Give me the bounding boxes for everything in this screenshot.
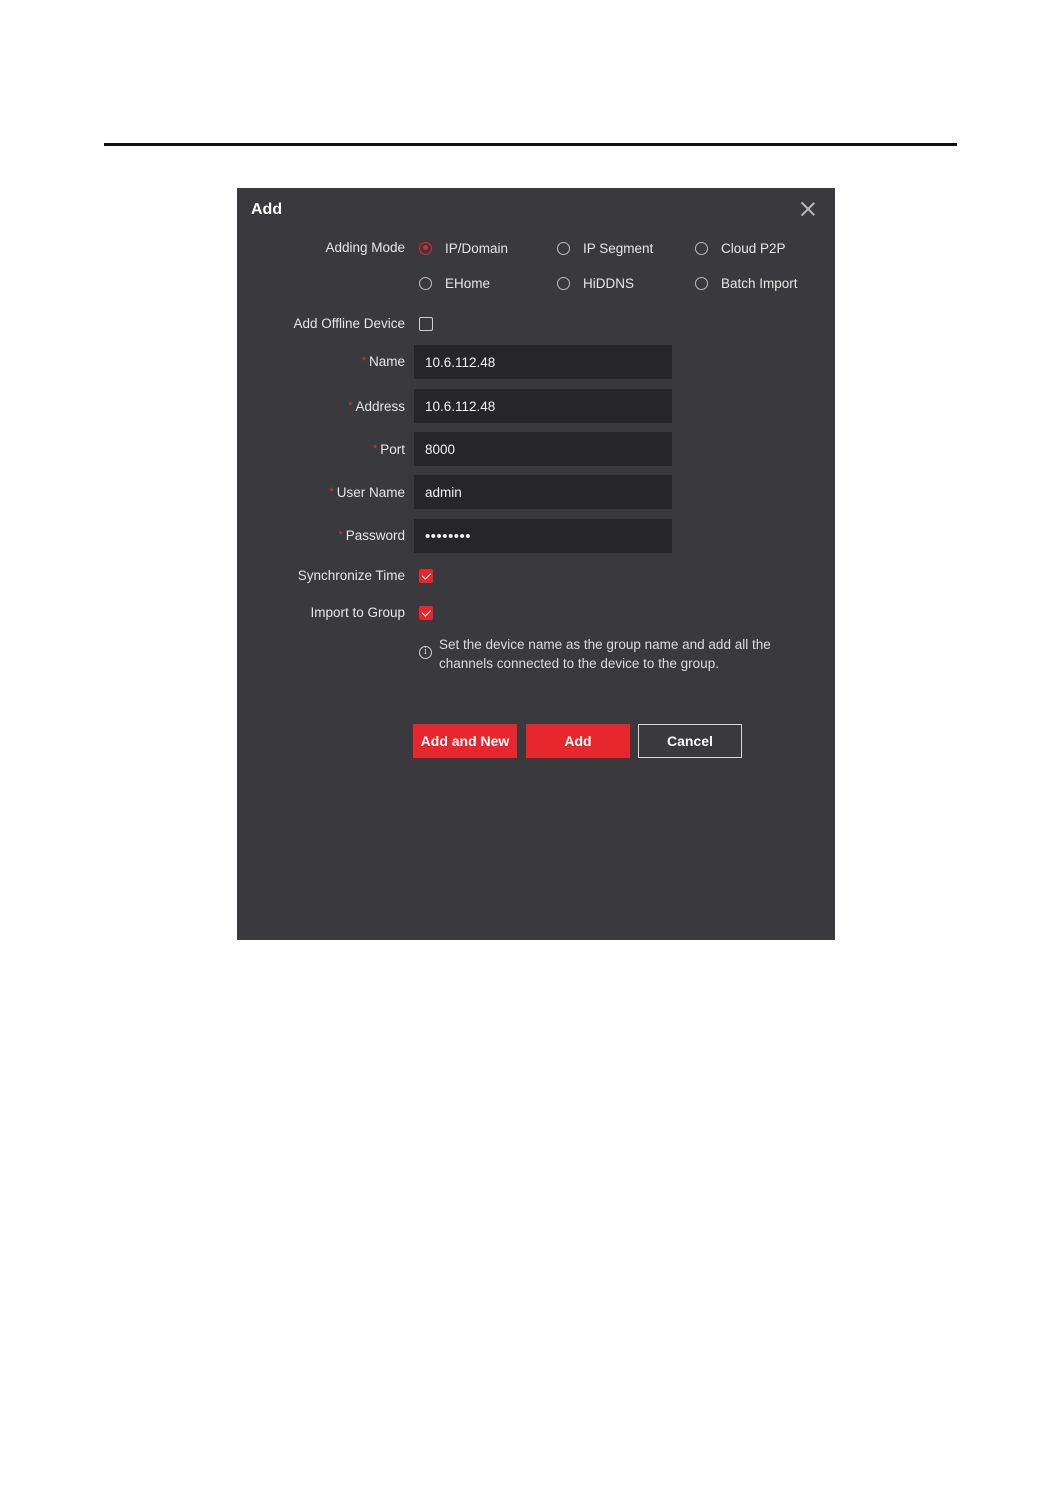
password-input[interactable] <box>414 519 672 553</box>
import-group-hint: Set the device name as the group name an… <box>439 637 771 671</box>
radio-label: EHome <box>445 275 491 291</box>
required-marker: * <box>372 443 378 455</box>
required-marker: * <box>361 355 366 367</box>
info-icon: i <box>419 646 432 659</box>
radio-icon <box>557 276 570 290</box>
import-to-group-label: Import to Group <box>310 605 405 620</box>
name-input[interactable] <box>414 345 672 379</box>
import-to-group-checkbox[interactable] <box>419 606 433 620</box>
radio-ehome[interactable]: EHome <box>419 274 490 292</box>
add-offline-device-checkbox[interactable] <box>419 317 433 331</box>
cancel-button[interactable]: Cancel <box>638 724 742 758</box>
radio-label: IP Segment <box>583 240 654 256</box>
radio-icon <box>695 241 708 255</box>
required-marker: * <box>348 400 353 412</box>
radio-icon <box>419 276 432 290</box>
required-marker: * <box>329 486 334 498</box>
radio-ip-domain[interactable]: IP/Domain <box>419 239 508 257</box>
radio-label: HiDDNS <box>583 275 635 291</box>
radio-cloud-p2p[interactable]: Cloud P2P <box>695 239 786 257</box>
radio-ip-segment[interactable]: IP Segment <box>557 239 653 257</box>
close-icon[interactable] <box>799 200 817 218</box>
radio-label: Cloud P2P <box>721 240 786 256</box>
radio-icon <box>557 241 570 255</box>
password-label: * Password <box>338 528 405 543</box>
radio-label: IP/Domain <box>445 240 509 256</box>
user-name-label: * User Name <box>329 485 405 500</box>
address-input[interactable] <box>414 389 672 423</box>
add-offline-device-label: Add Offline Device <box>293 316 405 331</box>
port-input[interactable] <box>414 432 672 466</box>
radio-selected-icon <box>419 241 432 255</box>
add-and-new-button[interactable]: Add and New <box>413 724 517 758</box>
port-label: * Port <box>372 442 405 457</box>
page-header-rule <box>104 143 957 146</box>
user-name-input[interactable] <box>414 475 672 509</box>
name-label: * Name <box>361 354 405 369</box>
address-label: * Address <box>348 399 405 414</box>
radio-hiddns[interactable]: HiDDNS <box>557 274 634 292</box>
radio-label: Batch Import <box>721 275 798 291</box>
add-device-dialog: Add Adding Mode IP/Domain IP Segment Clo… <box>237 188 835 940</box>
synchronize-time-checkbox[interactable] <box>419 569 433 583</box>
radio-icon <box>695 276 708 290</box>
adding-mode-label: Adding Mode <box>325 240 405 255</box>
dialog-title: Add <box>251 201 283 218</box>
required-marker: * <box>338 529 343 541</box>
synchronize-time-label: Synchronize Time <box>297 568 405 583</box>
radio-batch-import[interactable]: Batch Import <box>695 274 798 292</box>
add-button[interactable]: Add <box>526 724 630 758</box>
